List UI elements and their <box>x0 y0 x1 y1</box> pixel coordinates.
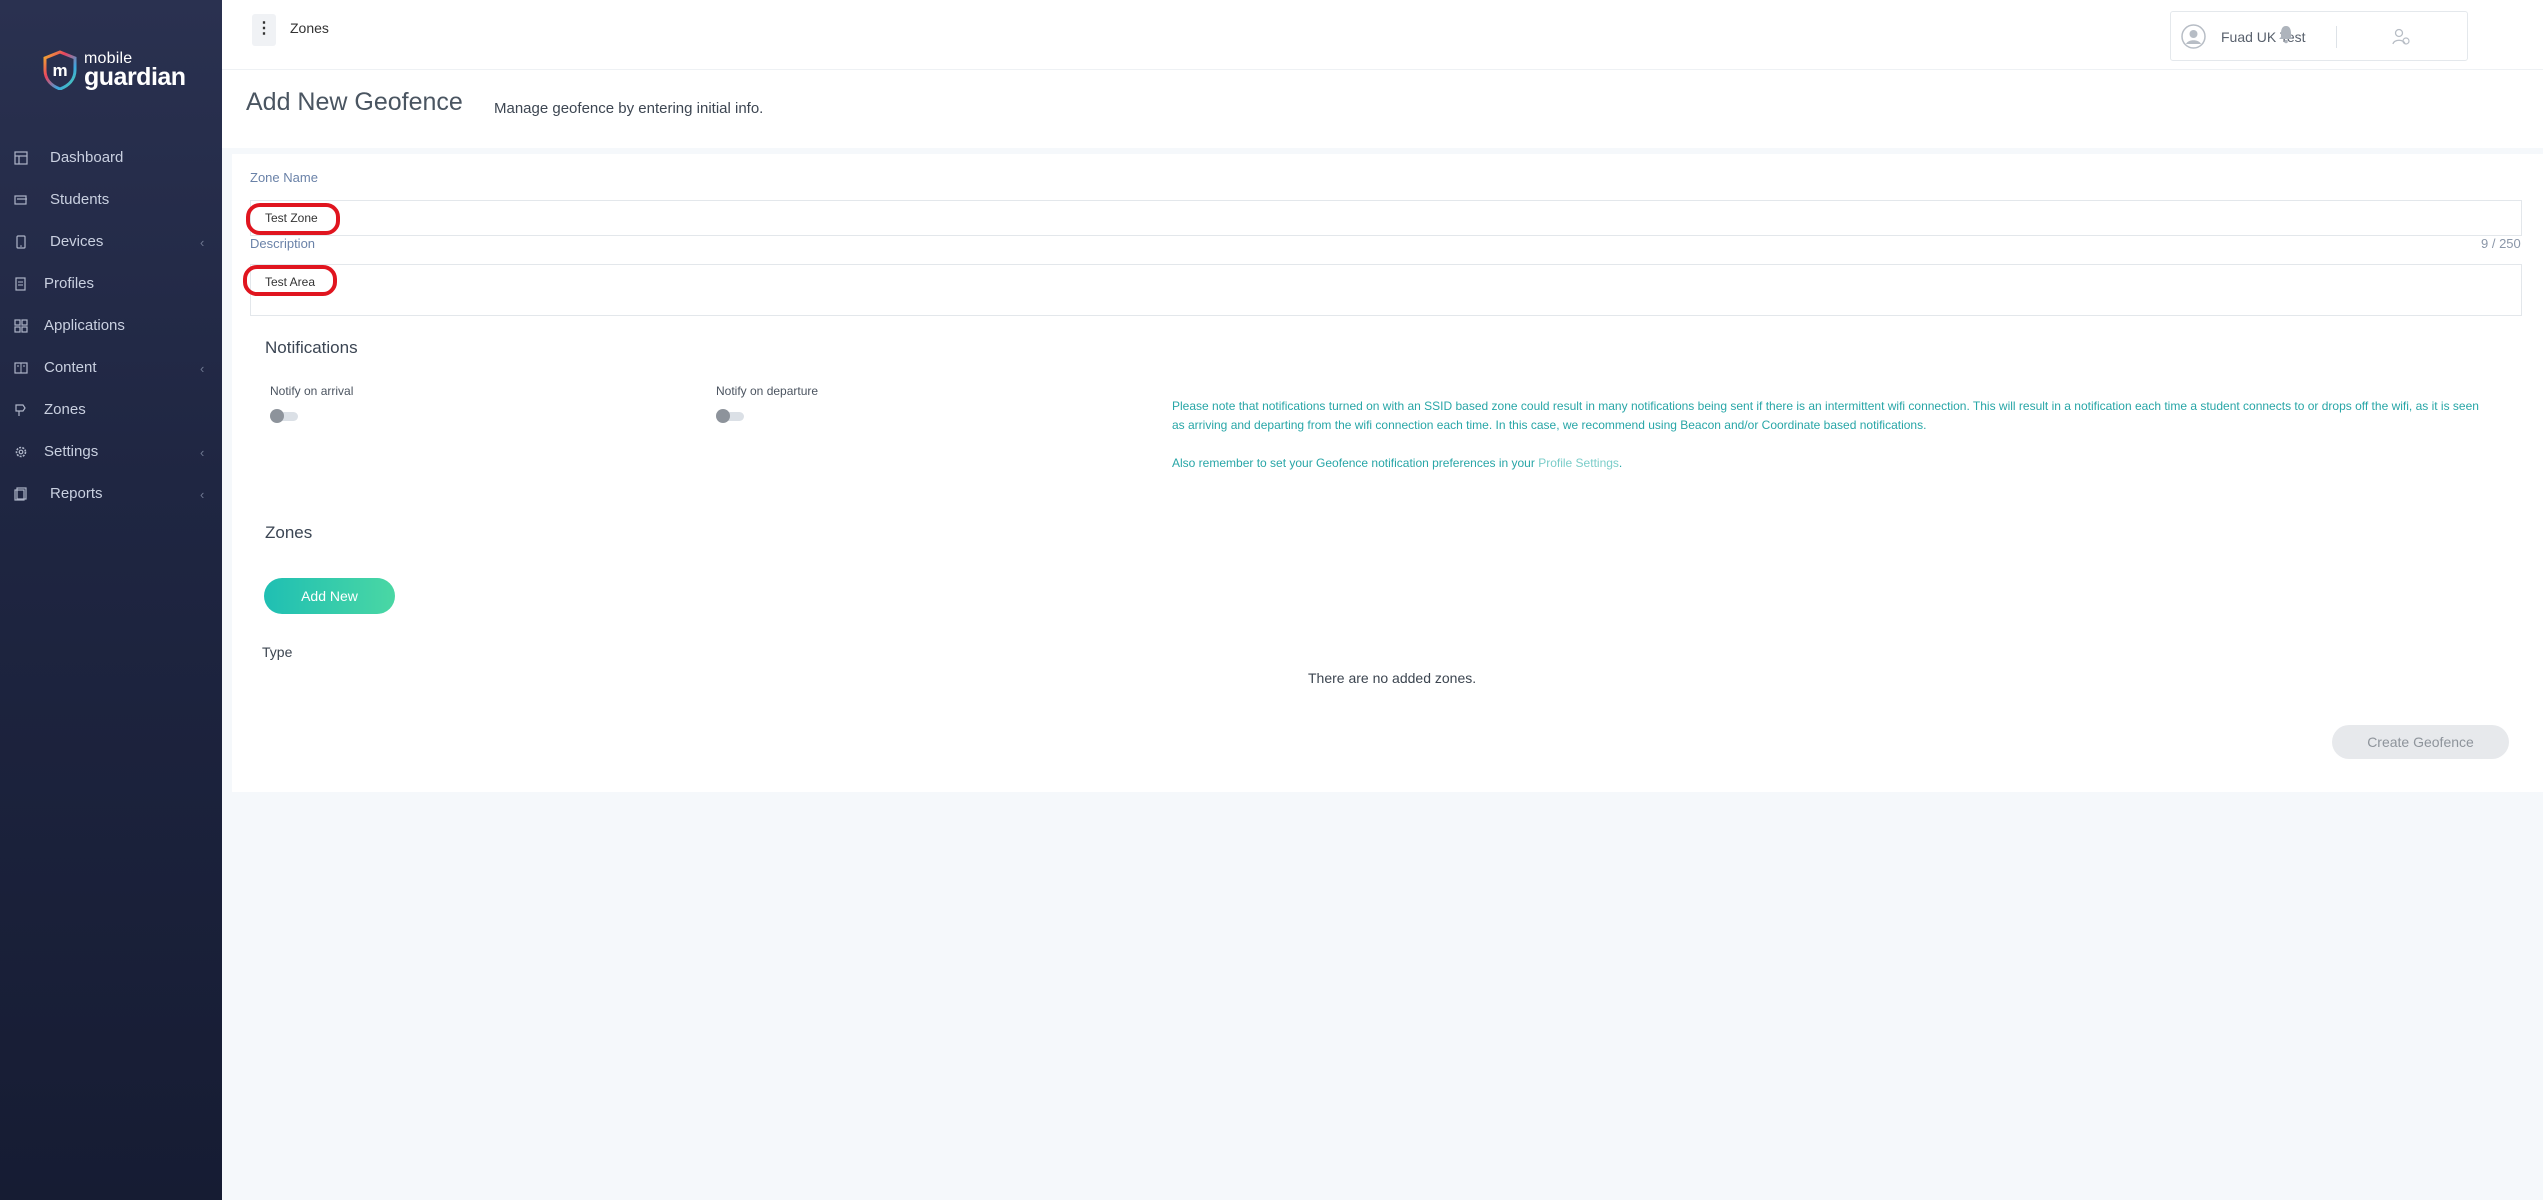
sidebar-item-devices[interactable]: Devices ‹ <box>0 221 222 263</box>
add-new-zone-button[interactable]: Add New <box>264 578 395 614</box>
preferences-text: Also remember to set your Geofence notif… <box>1172 456 1535 470</box>
sidebar-item-reports[interactable]: Reports ‹ <box>0 473 222 515</box>
description-field[interactable]: Test Area <box>250 264 2522 316</box>
empty-zones-message: There are no added zones. <box>1308 670 1477 686</box>
page-header: Add New Geofence Manage geofence by ente… <box>222 70 2543 148</box>
sidebar-item-label: Settings <box>44 443 99 460</box>
sidebar-item-dashboard[interactable]: Dashboard <box>0 137 222 179</box>
preferences-note: Also remember to set your Geofence notif… <box>1172 454 2512 473</box>
switch-user-icon[interactable] <box>2391 27 2411 47</box>
sidebar-item-applications[interactable]: Applications <box>0 305 222 347</box>
sidebar-item-label: Reports <box>50 485 103 502</box>
shield-logo-icon: m <box>42 50 78 91</box>
chevron-left-icon: ‹ <box>200 445 205 460</box>
ssid-warning-note: Please note that notifications turned on… <box>1172 397 2512 435</box>
sidebar-item-label: Applications <box>44 317 125 334</box>
sidebar-item-profiles[interactable]: Profiles <box>0 263 222 305</box>
zone-name-field[interactable]: Test Zone <box>250 200 2522 236</box>
sidebar-item-students[interactable]: Students <box>0 179 222 221</box>
notify-arrival-toggle[interactable] <box>270 409 299 423</box>
zones-heading: Zones <box>265 523 313 542</box>
description-label: Description <box>250 236 316 251</box>
svg-text:m: m <box>52 61 67 80</box>
sidebar: m mobile guardian Dashboard Students Dev… <box>0 0 222 1200</box>
zones-icon <box>15 404 26 416</box>
notifications-heading: Notifications <box>265 338 358 357</box>
sidebar-item-label: Dashboard <box>50 149 124 166</box>
page-title: Add New Geofence <box>246 88 463 116</box>
brand-logo[interactable]: m mobile guardian <box>42 50 186 91</box>
zone-name-label: Zone Name <box>250 170 318 185</box>
page-subtitle: Manage geofence by entering initial info… <box>494 100 764 117</box>
bell-icon[interactable] <box>2277 24 2295 44</box>
sidebar-item-zones[interactable]: Zones <box>0 389 222 431</box>
sidebar-item-label: Students <box>50 191 110 208</box>
sidebar-item-content[interactable]: Content ‹ <box>0 347 222 389</box>
gear-icon <box>15 446 27 458</box>
dashboard-icon <box>14 151 28 165</box>
content-icon <box>14 362 28 374</box>
sidebar-item-settings[interactable]: Settings ‹ <box>0 431 222 473</box>
geofence-form-card: Zone Name Test Zone Description 9 / 250 … <box>232 154 2543 792</box>
chevron-left-icon: ‹ <box>200 361 205 376</box>
profiles-icon <box>15 277 26 291</box>
warning-line-1: Please note that notifications turned on… <box>1172 399 2479 413</box>
type-column-header: Type <box>262 644 293 660</box>
menu-toggle-button[interactable]: ⋮ <box>252 14 276 46</box>
notify-arrival-label: Notify on arrival <box>270 384 354 398</box>
reports-icon <box>14 487 27 501</box>
chevron-left-icon: ‹ <box>200 487 205 502</box>
device-icon <box>16 235 26 249</box>
preferences-end: . <box>1618 456 1623 470</box>
highlight-annotation <box>246 203 340 235</box>
divider <box>2336 26 2337 48</box>
chevron-left-icon: ‹ <box>200 235 205 250</box>
top-bar: ⋮ Zones Fuad UK Test <box>222 0 2543 70</box>
create-geofence-button[interactable]: Create Geofence <box>2332 725 2509 759</box>
avatar-icon <box>2181 24 2206 49</box>
user-menu[interactable]: Fuad UK Test <box>2170 11 2468 61</box>
sidebar-item-label: Zones <box>44 401 86 418</box>
warning-line-2: as arriving and departing from the wifi … <box>1172 418 1927 432</box>
sidebar-item-label: Content <box>44 359 97 376</box>
breadcrumb: Zones <box>290 20 329 36</box>
sidebar-nav: Dashboard Students Devices ‹ Profiles Ap… <box>0 137 222 515</box>
brand-line2: guardian <box>84 62 186 91</box>
character-counter: 9 / 250 <box>2481 236 2521 251</box>
profile-settings-link[interactable]: Profile Settings <box>1538 456 1619 470</box>
sidebar-item-label: Devices <box>50 233 104 250</box>
notify-departure-toggle[interactable] <box>716 409 745 423</box>
applications-icon <box>14 319 28 333</box>
students-icon <box>14 195 27 205</box>
sidebar-item-label: Profiles <box>44 275 95 292</box>
highlight-annotation <box>243 265 337 296</box>
notify-departure-label: Notify on departure <box>716 384 819 398</box>
